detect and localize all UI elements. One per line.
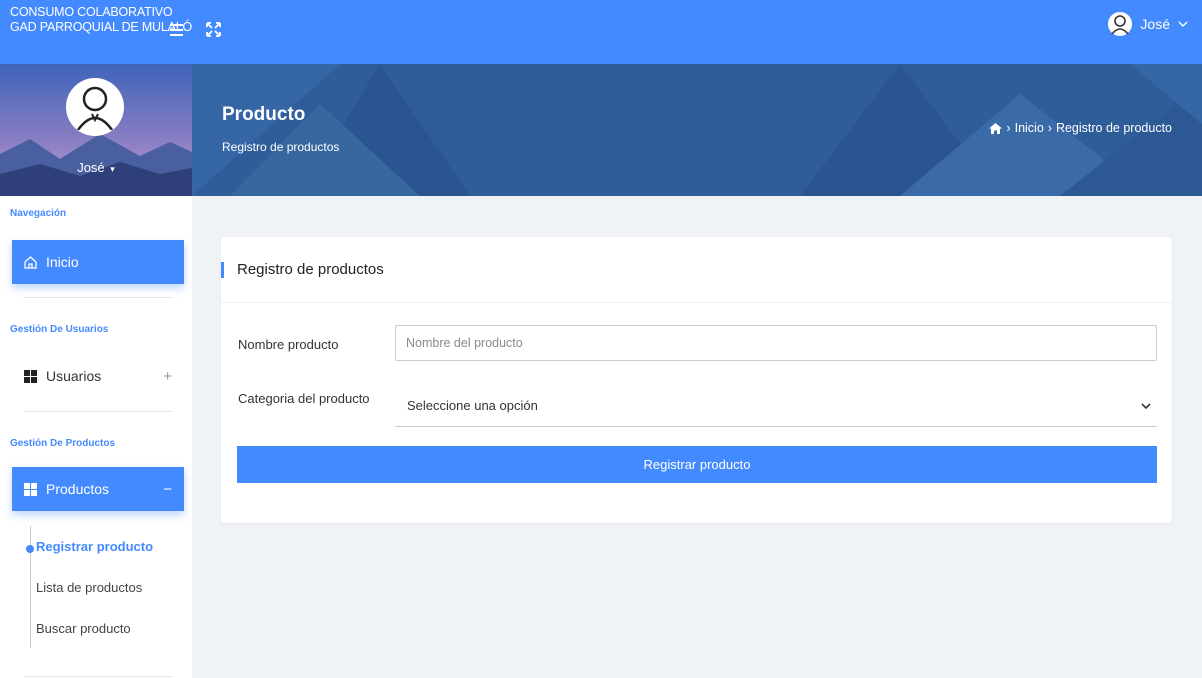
register-product-button[interactable]: Registrar producto	[237, 446, 1157, 483]
sidebar-item-label: Productos	[46, 481, 110, 497]
sidebar-item-inicio[interactable]: Inicio	[12, 240, 184, 284]
product-category-select[interactable]: Seleccione una opción	[395, 385, 1157, 427]
product-form-card: Registro de productos Nombre producto Ca…	[221, 237, 1172, 523]
user-name: José	[1140, 16, 1170, 32]
sidebar-item-productos[interactable]: Productos −	[12, 467, 184, 511]
home-icon	[24, 255, 37, 269]
top-navbar: CONSUMO COLABORATIVO GAD PARROQUIAL DE M…	[0, 0, 1202, 64]
breadcrumb-current: Registro de producto	[1055, 121, 1172, 135]
menu-icon[interactable]	[170, 24, 183, 36]
caret-down-icon: ▾	[110, 164, 115, 174]
profile-name-dropdown[interactable]: José ▾	[0, 160, 192, 175]
grid-icon	[24, 369, 37, 383]
brand-title[interactable]: CONSUMO COLABORATIVO GAD PARROQUIAL DE M…	[10, 5, 192, 35]
section-gestion-productos: Gestión De Productos	[10, 438, 116, 449]
sidebar-item-label: Inicio	[46, 254, 79, 270]
page-subtitle: Registro de productos	[222, 140, 340, 154]
category-selected-value: Seleccione una opción	[407, 398, 538, 413]
breadcrumb: › Inicio › Registro de producto	[989, 121, 1172, 135]
collapse-toggle[interactable]: −	[163, 481, 172, 498]
active-dot-icon	[26, 545, 34, 553]
home-icon[interactable]	[989, 122, 1003, 134]
brand-line-2: GAD PARROQUIAL DE MULALÓ	[10, 20, 193, 34]
expand-toggle[interactable]: +	[163, 368, 172, 385]
brand-line-1: CONSUMO COLABORATIVO	[10, 5, 173, 19]
expand-icon[interactable]	[206, 22, 221, 37]
breadcrumb-inicio[interactable]: Inicio	[1015, 121, 1044, 135]
product-name-input[interactable]	[395, 325, 1157, 361]
user-menu[interactable]: José	[1108, 12, 1188, 36]
chevron-down-icon	[1178, 21, 1188, 27]
product-name-label: Nombre producto	[238, 337, 339, 352]
profile-name: José	[77, 160, 105, 175]
product-category-label: Categoria del producto	[238, 391, 370, 406]
submenu-buscar-producto[interactable]: Buscar producto	[36, 621, 131, 636]
submenu-lista-productos[interactable]: Lista de productos	[36, 580, 142, 595]
grid-icon	[24, 482, 37, 496]
breadcrumb-separator: ›	[1047, 121, 1052, 135]
page-title: Producto	[222, 104, 306, 125]
card-title: Registro de productos	[237, 261, 384, 278]
sidebar: Navegación Inicio Gestión De Usuarios Us…	[0, 196, 192, 678]
section-gestion-usuarios: Gestión De Usuarios	[10, 324, 109, 335]
section-navegacion: Navegación	[10, 208, 67, 219]
divider	[24, 676, 172, 677]
divider	[24, 297, 172, 298]
profile-avatar-icon[interactable]	[66, 78, 124, 136]
user-avatar-icon	[1108, 12, 1133, 36]
card-header: Registro de productos	[221, 237, 1172, 303]
submenu-registrar-producto[interactable]: Registrar producto	[36, 539, 153, 554]
sidebar-item-usuarios[interactable]: Usuarios +	[12, 354, 184, 398]
card-accent-bar	[221, 262, 224, 278]
sidebar-item-label: Usuarios	[46, 368, 102, 384]
divider	[24, 411, 172, 412]
breadcrumb-separator: ›	[1006, 121, 1011, 135]
chevron-down-icon	[1141, 403, 1151, 410]
